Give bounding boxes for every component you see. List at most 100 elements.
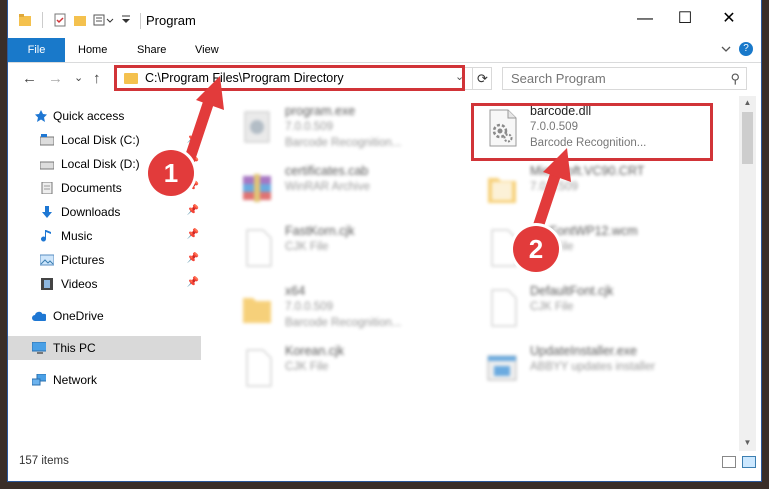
sidebar-item-label: OneDrive	[53, 309, 104, 323]
forward-arrow-icon[interactable]: →	[48, 70, 63, 87]
navigation-bar: ← → ⌄ ↑ C:\Program Files\Program Directo…	[8, 63, 761, 95]
file-type: ABBYY updates installer	[530, 361, 656, 373]
maximize-button[interactable]: ☐	[670, 8, 700, 30]
blank-file-icon	[491, 289, 517, 327]
sidebar-item-label: Documents	[61, 181, 122, 195]
pin-icon[interactable]: 📌	[187, 229, 199, 240]
sidebar-item-label: Downloads	[61, 205, 121, 219]
file-version: 7.0.0.509	[285, 301, 333, 313]
tab-share[interactable]: Share	[123, 38, 180, 62]
file-description: Barcode Recognition...	[285, 137, 402, 149]
explorer-window: Program — ☐ ✕ File Home Share View ? ← →…	[8, 0, 761, 481]
chevron-down-icon[interactable]	[721, 44, 731, 54]
minimize-button[interactable]: —	[630, 8, 660, 30]
file-name: barcode.dll	[530, 104, 592, 118]
sidebar-item-music[interactable]: Music 📌	[8, 224, 201, 248]
callout-badge-1: 1	[148, 150, 194, 196]
title-bar: Program — ☐ ✕	[8, 0, 761, 38]
file-type: CJK File	[285, 361, 329, 373]
large-icons-view-icon[interactable]	[742, 456, 756, 468]
dropdown-arrow-icon[interactable]	[121, 13, 131, 27]
search-icon[interactable]: ⚲	[730, 71, 740, 87]
file-item-certificates-cab[interactable]: certificates.cab WinRAR Archive	[229, 162, 469, 214]
scrollbar-thumb[interactable]	[742, 112, 753, 164]
customize-toolbar-icon[interactable]	[93, 13, 115, 27]
up-arrow-icon[interactable]: ↑	[93, 70, 101, 87]
file-item-barfontwp12-wcm[interactable]: BarFontWP12.wcm CJK File	[474, 222, 714, 274]
status-bar: 157 items	[8, 452, 761, 474]
sidebar-item-downloads[interactable]: Downloads 📌	[8, 200, 201, 224]
file-name: DefaultFont.cjk	[530, 284, 614, 298]
file-name: x64	[285, 284, 306, 298]
file-item-program-exe[interactable]: program.exe 7.0.0.509 Barcode Recognitio…	[229, 102, 469, 154]
callout-badge-2: 2	[513, 226, 559, 272]
file-name: certificates.cab	[285, 164, 369, 178]
pin-icon[interactable]: 📌	[187, 205, 199, 216]
file-name: UpdateInstaller.exe	[530, 344, 638, 358]
quick-access-toolbar	[18, 12, 131, 28]
search-input[interactable]	[509, 70, 713, 87]
star-icon	[35, 110, 47, 122]
blank-file-icon	[246, 349, 272, 387]
close-button[interactable]: ✕	[714, 8, 744, 30]
file-name: FastKorn.cjk	[285, 224, 355, 238]
scroll-down-icon[interactable]: ▼	[739, 438, 756, 447]
file-item-x64[interactable]: x64 7.0.0.509 Barcode Recognition...	[229, 282, 469, 334]
installer-icon	[487, 355, 517, 381]
sidebar-item-onedrive[interactable]: OneDrive	[8, 304, 201, 328]
file-item-fastkorn-cjk[interactable]: FastKorn.cjk CJK File	[229, 222, 469, 274]
help-icon[interactable]: ?	[739, 42, 753, 56]
properties-icon[interactable]	[53, 13, 67, 27]
file-type: WinRAR Archive	[285, 181, 370, 193]
file-type: CJK File	[530, 301, 574, 313]
dll-gear-icon	[489, 109, 517, 147]
file-item-microsoft-vc90-crt[interactable]: Microsoft.VC90.CRT 7.0.0.509	[474, 162, 714, 214]
item-count: 157 items	[19, 455, 69, 467]
sidebar-item-label: Quick access	[53, 109, 125, 123]
address-dropdown-icon[interactable]: ⌄	[455, 70, 464, 83]
window-title: Program	[146, 13, 196, 28]
tab-file[interactable]: File	[8, 38, 65, 62]
sidebar-item-videos[interactable]: Videos 📌	[8, 272, 201, 296]
folder-icon	[243, 298, 271, 323]
computer-icon	[32, 342, 46, 354]
music-note-icon	[41, 230, 51, 242]
sidebar-item-label: Network	[53, 373, 98, 387]
application-icon	[244, 111, 270, 143]
vertical-scrollbar[interactable]: ▲ ▼	[739, 96, 756, 451]
file-item-defaultfont-cjk[interactable]: DefaultFont.cjk CJK File	[474, 282, 714, 334]
search-box[interactable]: ⚲	[502, 67, 747, 90]
refresh-icon[interactable]: ⟳	[472, 68, 492, 89]
drive-icon	[40, 134, 54, 146]
file-version: 7.0.0.509	[530, 121, 578, 133]
pin-icon[interactable]: 📌	[187, 253, 199, 264]
file-item-korean-cjk[interactable]: Korean.cjk CJK File	[229, 342, 469, 394]
file-item-barcode-dll[interactable]: barcode.dll 7.0.0.509 Barcode Recognitio…	[474, 102, 714, 154]
file-list: program.exe 7.0.0.509 Barcode Recognitio…	[219, 96, 739, 446]
archive-icon	[243, 174, 271, 202]
pin-icon[interactable]: 📌	[187, 277, 199, 288]
sidebar-item-label: Pictures	[61, 253, 105, 267]
file-description: Barcode Recognition...	[285, 317, 402, 329]
file-name: program.exe	[285, 104, 356, 118]
recent-locations-icon[interactable]: ⌄	[74, 71, 83, 84]
tab-home[interactable]: Home	[64, 38, 121, 62]
sidebar-item-label: Local Disk (C:)	[61, 133, 140, 147]
file-item-updateinstaller-exe[interactable]: UpdateInstaller.exe ABBYY updates instal…	[474, 342, 714, 394]
cloud-icon	[32, 311, 46, 321]
sidebar-item-label: Music	[61, 229, 93, 243]
pictures-icon	[40, 254, 54, 266]
sidebar-item-this-pc[interactable]: This PC	[8, 336, 201, 360]
back-arrow-icon[interactable]: ←	[22, 70, 37, 87]
file-type: CJK File	[285, 241, 329, 253]
sidebar-item-pictures[interactable]: Pictures 📌	[8, 248, 201, 272]
sidebar-item-label: Local Disk (D:)	[61, 157, 140, 171]
new-folder-icon[interactable]	[73, 13, 87, 27]
toolbar-separator	[42, 12, 43, 28]
tab-view[interactable]: View	[181, 38, 233, 62]
scroll-up-icon[interactable]: ▲	[739, 98, 756, 107]
sidebar-item-network[interactable]: Network	[8, 368, 201, 392]
file-name: Korean.cjk	[285, 344, 345, 358]
sidebar-item-label: This PC	[53, 341, 96, 355]
details-view-icon[interactable]	[722, 456, 736, 468]
